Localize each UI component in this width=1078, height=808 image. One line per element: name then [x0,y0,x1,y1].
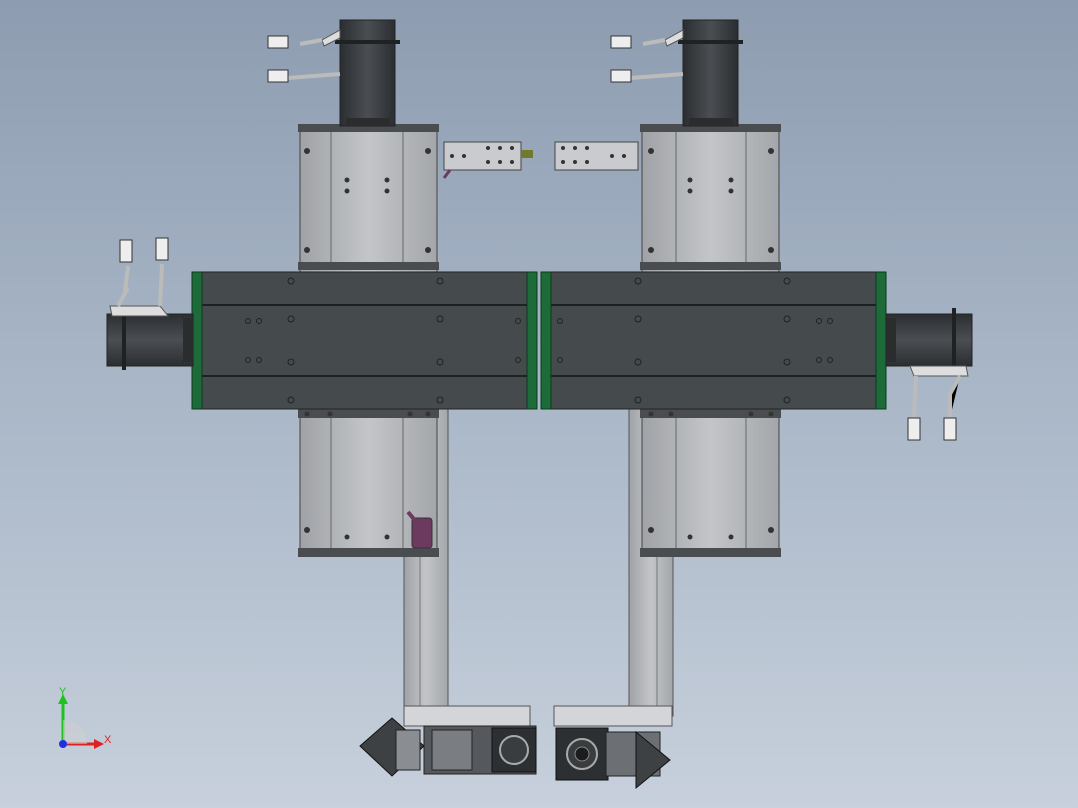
left-top-motor [339,19,396,127]
left-axis-assembly [106,19,538,777]
right-side-motor [885,313,973,367]
right-top-motor [682,19,739,127]
right-beam-end-cap [875,271,887,410]
coordinate-triad [58,694,104,749]
right-lower-carriage [641,411,780,557]
left-side-motor [106,313,194,367]
triad-x-label: X [104,734,112,746]
left-horizontal-beam [191,271,538,410]
left-sensor-bracket [443,141,522,171]
cad-model-view[interactable] [0,0,1078,808]
left-upper-carriage [299,125,438,273]
right-axis-assembly [540,19,973,790]
right-beam-end-cap-left [540,271,552,410]
z-axis-dot [59,740,67,748]
right-horizontal-beam [540,271,887,410]
cad-viewport[interactable]: Y X [0,0,1078,808]
triad-y-label: Y [59,686,67,698]
left-beam-end-cap-right [526,271,538,410]
right-upper-carriage [641,125,780,273]
